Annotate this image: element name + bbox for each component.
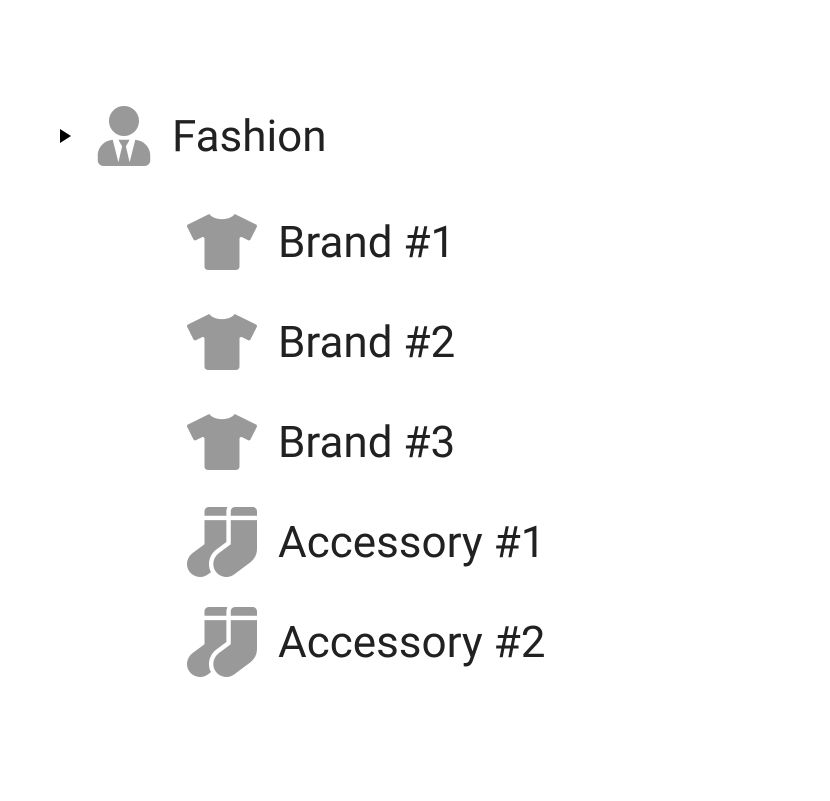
- tree-item-label: Brand #1: [278, 216, 455, 268]
- tree-item-fashion[interactable]: Fashion: [40, 100, 830, 172]
- tree-item-brand-3[interactable]: Brand #3: [180, 392, 830, 492]
- tree-item-label: Accessory #1: [278, 516, 545, 568]
- tshirt-icon: [180, 407, 264, 477]
- user-tie-icon: [88, 106, 160, 166]
- tree-item-brand-1[interactable]: Brand #1: [180, 192, 830, 292]
- tree-item-accessory-1[interactable]: Accessory #1: [180, 492, 830, 592]
- tree-item-accessory-2[interactable]: Accessory #2: [180, 592, 830, 692]
- tree-item-brand-2[interactable]: Brand #2: [180, 292, 830, 392]
- category-tree: Fashion Brand #1 Brand #2 Brand #3 Acc: [40, 100, 830, 692]
- tree-item-label: Fashion: [172, 110, 327, 162]
- tree-item-label: Brand #3: [278, 416, 455, 468]
- expand-arrow-icon[interactable]: [40, 124, 88, 148]
- tshirt-icon: [180, 207, 264, 277]
- socks-icon: [180, 507, 264, 577]
- tshirt-icon: [180, 307, 264, 377]
- socks-icon: [180, 607, 264, 677]
- tree-item-label: Brand #2: [278, 316, 455, 368]
- tree-children: Brand #1 Brand #2 Brand #3 Accessory #1: [180, 192, 830, 692]
- tree-item-label: Accessory #2: [278, 616, 545, 668]
